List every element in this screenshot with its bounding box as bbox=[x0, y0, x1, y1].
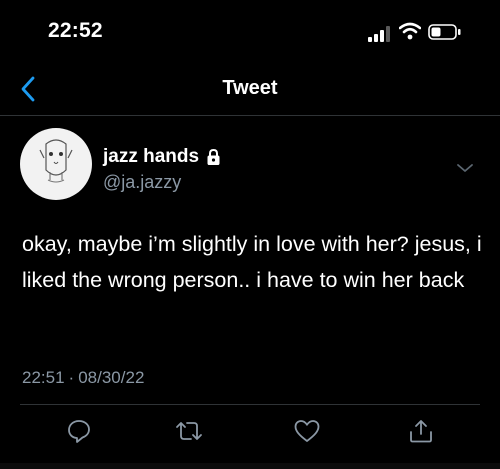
reply-icon[interactable] bbox=[66, 418, 92, 444]
author-handle: @ja.jazzy bbox=[103, 172, 182, 192]
retweet-icon[interactable] bbox=[174, 418, 204, 444]
status-time: 22:52 bbox=[48, 19, 103, 42]
wifi-icon bbox=[399, 22, 421, 40]
bottom-strip bbox=[0, 463, 500, 469]
cellular-signal-icon bbox=[368, 26, 390, 42]
chevron-down-icon[interactable] bbox=[456, 162, 474, 174]
like-icon[interactable] bbox=[293, 418, 321, 444]
tweet-time: 22:51 bbox=[22, 368, 65, 387]
lock-icon bbox=[207, 148, 220, 165]
header-divider bbox=[0, 115, 500, 116]
status-bar: 22:52 bbox=[0, 0, 500, 62]
tweet-timestamp: 22:51 · 08/30/22 bbox=[22, 368, 144, 388]
share-icon[interactable] bbox=[408, 418, 434, 444]
battery-icon bbox=[428, 24, 461, 40]
author-name: jazz hands bbox=[103, 146, 200, 167]
author-name-row[interactable]: jazz hands bbox=[103, 146, 221, 168]
timestamp-separator: · bbox=[68, 368, 75, 387]
actions-divider bbox=[20, 404, 480, 405]
avatar-sketch-icon bbox=[39, 139, 73, 183]
tweet-text: okay, maybe i’m slightly in love with he… bbox=[22, 232, 482, 292]
nav-header: Tweet bbox=[0, 62, 500, 116]
page-title: Tweet bbox=[222, 77, 278, 99]
tweet-date: 08/30/22 bbox=[78, 368, 145, 387]
avatar[interactable] bbox=[20, 128, 92, 200]
